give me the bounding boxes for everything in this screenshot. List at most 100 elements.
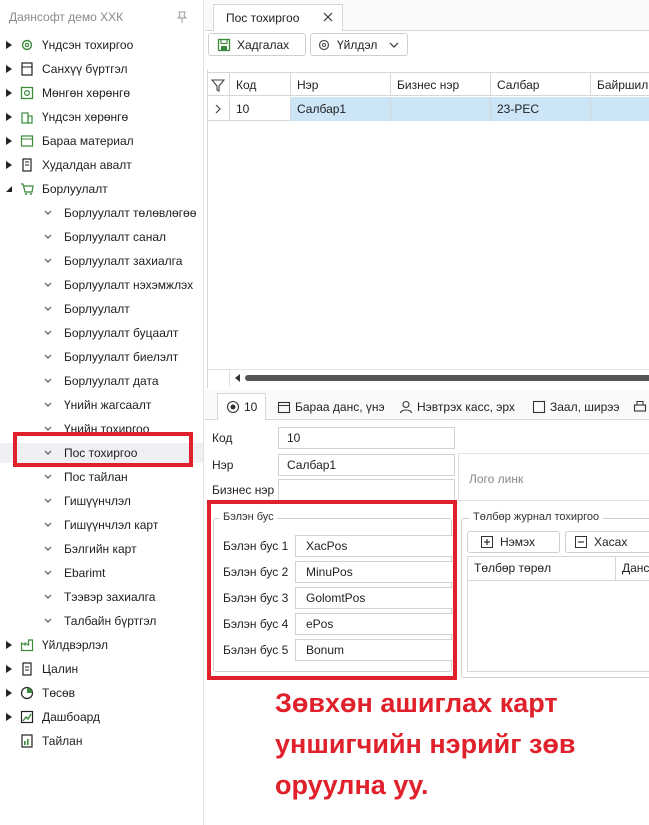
expand-arrow-icon[interactable]	[6, 713, 12, 721]
column-header-account[interactable]: Данс	[616, 557, 649, 580]
sidebar-item-finance[interactable]: Санхүү бүртгэл	[0, 59, 203, 79]
logo-panel[interactable]: Лого линк	[458, 453, 649, 501]
sidebar-item-sales[interactable]: Борлуулалт	[0, 179, 203, 199]
sidebar-item-cash[interactable]: Мөнгөн хөрөнгө	[0, 83, 203, 103]
tab-product-accounts[interactable]: Бараа данс, үнэ	[277, 393, 385, 420]
chevron-down-icon	[44, 330, 52, 335]
sidebar-subitem[interactable]: Гишүүнчлэл карт	[0, 515, 203, 535]
tab-pos-settings[interactable]: Пос тохиргоо	[213, 4, 343, 31]
remove-button[interactable]: Хасах	[565, 531, 649, 553]
expand-arrow-icon[interactable]	[6, 89, 12, 97]
sidebar-item-purchasing[interactable]: Худалдан авалт	[0, 155, 203, 175]
column-header-branch[interactable]: Салбар	[491, 73, 591, 96]
scroll-thumb[interactable]	[245, 375, 649, 381]
sidebar-subitem[interactable]: Пос тайлан	[0, 467, 203, 487]
filter-icon[interactable]	[211, 78, 225, 92]
document-tabbar: Пос тохиргоо	[205, 0, 649, 31]
sidebar-item-label: Үндсэн хөрөнгө	[42, 110, 129, 124]
sidebar-subitem[interactable]: Борлуулалт төлөвлөгөө	[0, 203, 203, 223]
expand-arrow-icon[interactable]	[6, 641, 12, 649]
row-indicator[interactable]	[208, 97, 230, 121]
cell-location[interactable]	[591, 97, 649, 121]
sidebar-subitem[interactable]: Борлуулалт дата	[0, 371, 203, 391]
close-icon[interactable]	[322, 11, 334, 23]
cell-business-name[interactable]	[391, 97, 491, 121]
scroll-left-arrow-icon[interactable]	[235, 374, 240, 382]
column-header-business-name[interactable]: Бизнес нэр	[391, 73, 491, 96]
sidebar-subitem[interactable]: Борлуулалт биелэлт	[0, 347, 203, 367]
sidebar-subitem[interactable]: Гишүүнчлэл	[0, 491, 203, 511]
detail-tabbar: 10 Бараа данс, үнэ Нэвтрэх касс, эрх Заа…	[205, 390, 649, 420]
tab-print[interactable]	[633, 393, 649, 420]
pos-grid: Код Нэр Бизнес нэр Салбар Байршил 10 Сал…	[207, 70, 649, 388]
tab-hall-tables[interactable]: Заал, ширээ	[532, 393, 620, 420]
sidebar-item-label: Санхүү бүртгэл	[42, 62, 128, 76]
sidebar-item-fixed-assets[interactable]: Үндсэн хөрөнгө	[0, 107, 203, 127]
sidebar-subitem[interactable]: Борлуулалт нэхэмжлэх	[0, 275, 203, 295]
column-header-code[interactable]: Код	[230, 73, 291, 96]
factory-icon	[20, 639, 34, 652]
expand-arrow-icon[interactable]	[6, 65, 12, 73]
expand-arrow-icon[interactable]	[6, 161, 12, 169]
add-label: Нэмэх	[500, 535, 536, 549]
actions-dropdown[interactable]: Үйлдэл	[310, 33, 408, 56]
sidebar-subitem[interactable]: Талбайн бүртгэл	[0, 611, 203, 631]
table-row[interactable]: 10 Салбар1 23-PEC	[208, 97, 649, 121]
sidebar-item-label: Бараа материал	[42, 134, 134, 148]
cell-code[interactable]: 10	[230, 97, 291, 121]
sidebar-subitem[interactable]: Тээвэр захиалга	[0, 587, 203, 607]
sidebar-subitem[interactable]: Борлуулалт	[0, 299, 203, 319]
sidebar-item-budget[interactable]: Төсөв	[0, 683, 203, 703]
payment-grid-header: Төлбөр төрөл Данс	[468, 557, 649, 581]
sidebar: Даянсофт демо ХХК Үндсэн тохиргоо Санхүү…	[0, 0, 204, 825]
plus-icon	[481, 536, 493, 548]
save-button[interactable]: Хадгалах	[208, 33, 306, 56]
business-name-input[interactable]	[278, 479, 455, 501]
column-header-name[interactable]: Нэр	[291, 73, 391, 96]
sidebar-subitem[interactable]: Борлуулалт захиалга	[0, 251, 203, 271]
collapse-arrow-icon[interactable]	[6, 185, 12, 193]
logo-link-label[interactable]: Лого линк	[469, 472, 523, 486]
sidebar-item-settings[interactable]: Үндсэн тохиргоо	[0, 35, 203, 55]
expand-arrow-icon[interactable]	[6, 41, 12, 49]
sidebar-subitem[interactable]: Борлуулалт буцаалт	[0, 323, 203, 343]
sidebar-subitem-label: Пос тайлан	[64, 470, 128, 484]
sidebar-subitem[interactable]: Бэлгийн карт	[0, 539, 203, 559]
sidebar-subitem-label: Гишүүнчлэл	[64, 494, 131, 508]
horizontal-scrollbar[interactable]	[208, 369, 649, 386]
tab-general[interactable]: 10	[217, 393, 267, 420]
expand-arrow-icon[interactable]	[6, 137, 12, 145]
sidebar-subitem[interactable]: Борлуулалт санал	[0, 227, 203, 247]
chevron-down-icon	[44, 234, 52, 239]
expand-arrow-icon[interactable]	[6, 689, 12, 697]
expand-arrow-icon[interactable]	[6, 665, 12, 673]
cell-name[interactable]: Салбар1	[291, 97, 391, 121]
business-name-label: Бизнес нэр	[212, 483, 275, 497]
code-input[interactable]: 10	[278, 427, 455, 449]
save-icon	[217, 38, 231, 51]
sidebar-subitem[interactable]: Ebarimt	[0, 563, 203, 583]
column-header-location[interactable]: Байршил	[591, 73, 649, 96]
gear-icon	[318, 39, 330, 50]
pin-icon[interactable]	[175, 10, 189, 24]
sidebar-item-production[interactable]: Үйлдвэрлэл	[0, 635, 203, 655]
code-label: Код	[212, 431, 233, 445]
tab-login-cashier[interactable]: Нэвтрэх касс, эрх	[399, 393, 515, 420]
column-header-payment-type[interactable]: Төлбөр төрөл	[468, 557, 616, 580]
add-button[interactable]: Нэмэх	[467, 531, 560, 553]
sidebar-item-dashboard[interactable]: Дашбоард	[0, 707, 203, 727]
sidebar-item-inventory[interactable]: Бараа материал	[0, 131, 203, 151]
ledger-icon	[21, 62, 33, 76]
chevron-down-icon	[44, 282, 52, 287]
chevron-down-icon	[44, 594, 52, 599]
sidebar-subitem[interactable]: Үнийн жагсаалт	[0, 395, 203, 415]
sidebar-item-reports[interactable]: Тайлан	[0, 731, 203, 751]
name-input[interactable]: Салбар1	[278, 454, 455, 476]
sidebar-item-payroll[interactable]: Цалин	[0, 659, 203, 679]
cart-icon	[21, 183, 34, 195]
tab-label: Бараа данс, үнэ	[295, 399, 385, 414]
filter-cell[interactable]	[208, 73, 230, 96]
sidebar-subitem-label: Талбайн бүртгэл	[64, 614, 157, 628]
cell-branch[interactable]: 23-PEC	[491, 97, 591, 121]
expand-arrow-icon[interactable]	[6, 113, 12, 121]
